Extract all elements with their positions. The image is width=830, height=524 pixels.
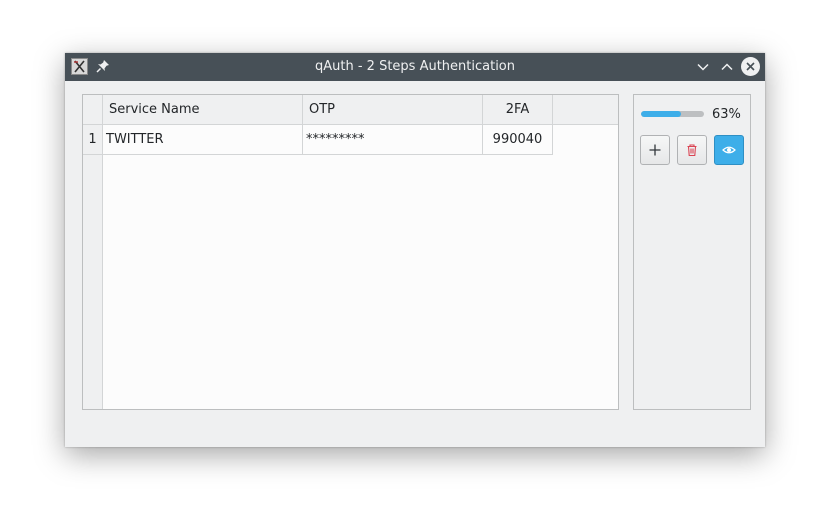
header-filler (553, 95, 618, 125)
window-title: qAuth - 2 Steps Authentication (314, 59, 515, 74)
plus-icon (649, 144, 661, 156)
maximize-button[interactable] (718, 58, 736, 76)
cell-service-name[interactable]: TWITTER (103, 125, 303, 155)
close-button[interactable] (741, 57, 760, 76)
delete-account-button[interactable] (677, 135, 707, 165)
table-corner-button[interactable] (83, 95, 103, 125)
otp-timer-progress-bar (641, 111, 704, 117)
app-window: qAuth - 2 Steps Authentication Service N… (65, 53, 765, 447)
minimize-button[interactable] (694, 58, 712, 76)
accounts-table[interactable]: Service Name OTP 2FA 1 TWITTER *********… (82, 94, 619, 410)
row-number[interactable]: 1 (83, 125, 103, 155)
progress-fill (641, 111, 681, 117)
eye-icon (722, 146, 736, 154)
chevron-down-icon (697, 63, 709, 71)
show-otp-button[interactable] (714, 135, 744, 165)
trash-icon (687, 144, 697, 157)
side-panel: 63% (633, 94, 751, 410)
column-header-2fa[interactable]: 2FA (483, 95, 553, 125)
cell-otp[interactable]: ********* (303, 125, 483, 155)
chevron-up-icon (721, 63, 733, 71)
cell-2fa[interactable]: 990040 (483, 125, 553, 155)
close-icon (746, 62, 755, 71)
column-header-service-name[interactable]: Service Name (103, 95, 303, 125)
progress-label: 63% (712, 107, 741, 122)
add-account-button[interactable] (640, 135, 670, 165)
title-bar[interactable]: qAuth - 2 Steps Authentication (65, 53, 765, 81)
column-header-otp[interactable]: OTP (303, 95, 483, 125)
row-header-column (83, 125, 103, 409)
